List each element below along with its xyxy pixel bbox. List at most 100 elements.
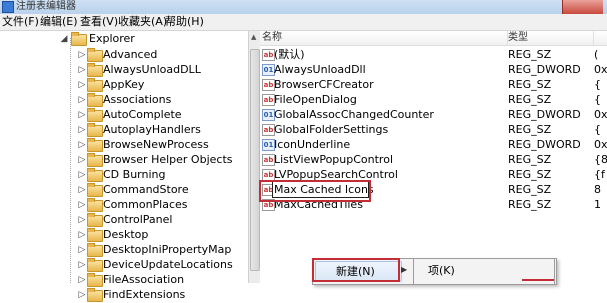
tree-item[interactable]: ▷ Associations [0,92,248,108]
submenu-arrow-icon: ▶ [401,265,408,274]
tree-item-explorer[interactable]: ◢ Explorer [0,31,248,47]
value-name: AlwaysUnloadDll [274,63,366,76]
tree-item[interactable]: ▷ Desktop [0,227,248,243]
tree-item[interactable]: ▷ ControlPanel [0,212,248,228]
value-data: { [594,123,601,136]
tree-item[interactable]: ▷ FindExtensions [0,287,248,303]
tree-item[interactable]: ▷ Advanced [0,47,248,63]
tree-item[interactable]: ▷ AlwaysUnloadDLL [0,62,248,78]
value-data: 8 [594,183,601,196]
value-row[interactable]: ab BrowserCFCreator REG_SZ{ [260,77,607,92]
column-header-type[interactable]: 类型 [508,31,594,45]
value-data: {8 [594,153,607,166]
scroll-up-arrow-icon[interactable]: ▲ [251,33,256,41]
tree-item-label: AppKey [103,78,145,91]
value-type: REG_SZ [508,123,552,136]
tree-item[interactable]: ▷ CommandStore [0,182,248,198]
value-name: (默认) [274,48,305,61]
tree-item[interactable]: ▷ DeviceUpdateLocations [0,257,248,273]
value-row[interactable]: ab GlobalFolderSettings REG_SZ{ [260,122,607,137]
folder-icon [87,108,103,122]
scrollbar-thumb[interactable] [250,49,260,271]
tree-scrollbar[interactable]: ▲ [248,31,260,283]
value-row[interactable]: 01 IconUnderline REG_DWORD 0x [260,137,607,152]
close-button[interactable] [562,0,603,14]
tree-item[interactable]: ▷ AutoComplete [0,107,248,123]
expand-arrow-icon[interactable]: ▷ [78,107,86,123]
tree-item[interactable]: ▷ BrowseNewProcess [0,137,248,153]
tree-item-label: Advanced [103,48,158,61]
menu-edit[interactable]: 编辑(E) [40,15,78,29]
value-type: REG_DWORD [508,138,581,151]
tree-item-label: DeviceUpdateLocations [103,258,233,271]
expand-arrow-icon[interactable]: ▷ [78,137,86,153]
folder-icon [87,168,103,182]
tree-item-label: AutoComplete [103,108,182,121]
folder-icon [87,48,103,62]
expand-arrow-icon[interactable]: ▷ [78,92,86,108]
folder-icon [87,123,103,137]
tree-item[interactable]: ▷ AppKey [0,77,248,93]
value-name: IconUnderline [274,138,351,151]
window-title: 注册表编辑器 [16,1,76,12]
value-type: REG_DWORD [508,63,581,76]
highlight-box-new-menu [312,258,400,282]
value-data: 0x [594,108,607,121]
expand-arrow-icon[interactable]: ▷ [78,212,86,228]
folder-icon [87,183,103,197]
tree-item[interactable]: ▷ FileAssociation [0,272,248,288]
value-data: 1 [594,198,601,211]
expand-arrow-icon[interactable]: ▷ [78,182,86,198]
value-data: ( [594,48,599,61]
folder-icon [87,213,103,227]
expand-arrow-icon[interactable]: ▷ [78,272,86,288]
value-type: REG_SZ [508,93,552,106]
highlight-box-new-value [259,180,371,202]
tree-item-label: AlwaysUnloadDLL [103,63,201,76]
menu-view[interactable]: 查看(V) [80,15,118,29]
value-row[interactable]: ab ListViewPopupControl REG_SZ {8 [260,152,607,167]
submenu-item-key[interactable]: 项(K) [428,262,455,278]
tree-item[interactable]: ▷ DesktopIniPropertyMap [0,242,248,258]
tree-item-label: CommandStore [103,183,189,196]
expand-arrow-icon[interactable]: ▷ [78,197,86,213]
expand-arrow-icon[interactable]: ▷ [78,242,86,258]
tree-item[interactable]: ▷ AutoplayHandlers [0,122,248,138]
menu-help[interactable]: 帮助(H) [165,15,204,29]
expand-arrow-icon[interactable]: ▷ [78,287,86,303]
tree-item-label: AutoplayHandlers [103,123,201,136]
expand-arrow-icon[interactable]: ▷ [78,167,86,183]
value-name: FileOpenDialog [274,93,357,106]
value-type: REG_SZ [508,153,552,166]
expand-arrow-icon[interactable]: ▷ [78,77,86,93]
folder-icon [87,138,103,152]
tree-item-label: Browser Helper Objects [103,153,233,166]
registry-tree: ◢ Explorer ▷ Advanced ▷ AlwaysUnloadDLL ▷ App… [0,31,248,302]
expand-arrow-icon[interactable]: ▷ [78,47,86,63]
collapse-arrow-icon[interactable]: ◢ [60,31,68,47]
tree-item-label: FindExtensions [103,288,186,301]
value-data: { [594,93,601,106]
expand-arrow-icon[interactable]: ▷ [78,152,86,168]
folder-icon [87,243,103,257]
value-row[interactable]: 01 GlobalAssocChangedCounter REG_DWORD 0x [260,107,607,122]
menu-favorites[interactable]: 收藏夹(A) [118,15,167,29]
expand-arrow-icon[interactable]: ▷ [78,257,86,273]
tree-item-label: Desktop [103,228,149,241]
expand-arrow-icon[interactable]: ▷ [78,122,86,138]
expand-arrow-icon[interactable]: ▷ [78,227,86,243]
tree-guide-line [70,38,71,283]
value-data: { [594,78,601,91]
folder-icon [87,198,103,212]
expand-arrow-icon[interactable]: ▷ [78,62,86,78]
column-header-name[interactable]: 名称 [262,31,508,45]
tree-item[interactable]: ▷ CommonPlaces [0,197,248,213]
value-row[interactable]: 01 AlwaysUnloadDll REG_DWORD 0x [260,62,607,77]
tree-item[interactable]: ▷ Browser Helper Objects [0,152,248,168]
menu-file[interactable]: 文件(F) [2,15,39,29]
value-row[interactable]: ab (默认) REG_SZ( [260,47,607,62]
value-row[interactable]: ab FileOpenDialog REG_SZ{ [260,92,607,107]
value-data: {f [594,168,605,181]
tree-item[interactable]: ▷ CD Burning [0,167,248,183]
value-type: REG_SZ [508,183,552,196]
